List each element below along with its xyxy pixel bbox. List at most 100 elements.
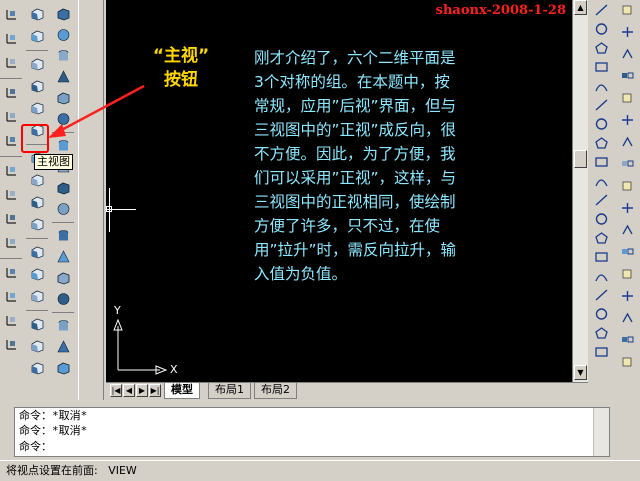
setup-profile-button[interactable]: [52, 289, 74, 311]
slice-button[interactable]: [52, 178, 74, 200]
multiline-text-button[interactable]: [590, 342, 612, 364]
tab-nav-button[interactable]: ◀: [123, 384, 135, 397]
rotate-button[interactable]: [616, 132, 638, 154]
ucs-y-button[interactable]: [0, 130, 22, 152]
offset-icon: [620, 68, 635, 87]
torus-button[interactable]: [26, 358, 48, 380]
ellipse-arc-icon: [594, 192, 609, 211]
pyramid-button[interactable]: [26, 314, 48, 336]
region-icon: [594, 306, 609, 325]
left-view-button[interactable]: [26, 54, 48, 76]
callout-line-1: “主视”: [152, 46, 210, 66]
ucs-apply-button[interactable]: [0, 262, 22, 284]
ucs-object-button[interactable]: [0, 334, 22, 356]
offset-button[interactable]: [616, 66, 638, 88]
revision-cloud-icon: [594, 135, 609, 154]
camera-icon: [30, 244, 45, 263]
box-solid-button[interactable]: [52, 4, 74, 26]
se-iso-button[interactable]: [26, 170, 48, 192]
join-button[interactable]: [616, 286, 638, 308]
top-view-button[interactable]: [26, 4, 48, 26]
bottom-view-button[interactable]: [26, 26, 48, 48]
section-button[interactable]: [52, 199, 74, 221]
nw-iso-button[interactable]: [26, 214, 48, 236]
ucs-x-button[interactable]: [0, 106, 22, 128]
text-line: 们可以采用”正视”，这样，与: [254, 169, 457, 187]
text-line: 方便了许多，只不过，在使: [254, 217, 441, 235]
wedge-button[interactable]: [26, 336, 48, 358]
tab-nav-button[interactable]: ▶|: [149, 384, 161, 397]
gradient-icon: [594, 287, 609, 306]
ucs-button[interactable]: [0, 4, 22, 26]
tab-layout2[interactable]: 布局2: [254, 383, 297, 399]
cylinder-solid-button[interactable]: [26, 264, 48, 286]
scale-button[interactable]: [616, 154, 638, 176]
ucs-z-icon: [4, 162, 19, 181]
ucs-face-button[interactable]: [0, 232, 22, 254]
ucs-origin-button[interactable]: [0, 52, 22, 74]
stretch-button[interactable]: [616, 176, 638, 198]
bottom-view-icon: [30, 28, 45, 47]
command-line-1: 命令：*取消*: [19, 409, 88, 422]
trim-button[interactable]: [616, 198, 638, 220]
sphere-button[interactable]: [52, 25, 74, 47]
erase-icon: [620, 2, 635, 21]
command-history[interactable]: 命令：*取消* 命令：*取消* 命令：: [14, 407, 610, 457]
intersect-button[interactable]: [52, 358, 74, 380]
command-input[interactable]: 命令：: [19, 441, 52, 453]
scroll-thumb[interactable]: [574, 150, 587, 168]
tab-layout1[interactable]: 布局1: [208, 383, 251, 399]
tab-nav-button[interactable]: ▶: [136, 384, 148, 397]
array-button[interactable]: [616, 88, 638, 110]
explode-button[interactable]: [616, 352, 638, 374]
ucs-previous-button[interactable]: [0, 310, 22, 332]
ucs-3point-icon: [4, 84, 19, 103]
ucs-view-button[interactable]: [0, 208, 22, 230]
fillet-button[interactable]: [616, 330, 638, 352]
tab-nav-button[interactable]: |◀: [110, 384, 122, 397]
ucs-named-button[interactable]: [0, 286, 22, 308]
make-block-icon: [594, 230, 609, 249]
copy-button[interactable]: [616, 22, 638, 44]
drawing-canvas[interactable]: shaonx-2008-1-28 “主视” 按钮 刚才介绍了，六个二维平面是 3个…: [106, 0, 572, 382]
cone-solid-button[interactable]: [26, 286, 48, 308]
move-button[interactable]: [616, 110, 638, 132]
break-icon: [620, 266, 635, 285]
ucs-z-axis-button[interactable]: [0, 184, 22, 206]
explanation-text: 刚才介绍了，六个二维平面是 3个对称的组。在本题中，按 常规，应用”后视”界面，但与…: [254, 46, 564, 286]
camera-button[interactable]: [26, 242, 48, 264]
vertical-scrollbar[interactable]: ▲ ▼: [572, 0, 588, 382]
extend-button[interactable]: [616, 220, 638, 242]
ucs-3point-button[interactable]: [0, 82, 22, 104]
subtract-button[interactable]: [52, 337, 74, 359]
se-iso-icon: [30, 172, 45, 191]
command-scrollbar[interactable]: [593, 408, 609, 456]
cylinder-button[interactable]: [52, 46, 74, 68]
union-button[interactable]: [52, 316, 74, 338]
ucs-world-icon: [4, 30, 19, 49]
break-point-button[interactable]: [616, 242, 638, 264]
ucs-x-icon: [4, 108, 19, 127]
scroll-down-button[interactable]: ▼: [574, 365, 587, 380]
break-button[interactable]: [616, 264, 638, 286]
erase-button[interactable]: [616, 0, 638, 22]
fillet-icon: [620, 332, 635, 351]
sphere-icon: [56, 27, 71, 46]
polyline-icon: [594, 40, 609, 59]
point-icon: [594, 249, 609, 268]
setup-drawing-button[interactable]: [52, 247, 74, 269]
insert-block-icon: [594, 211, 609, 230]
ucs-y-label: Y: [114, 304, 121, 317]
intersect-icon: [56, 360, 71, 379]
mirror-button[interactable]: [616, 44, 638, 66]
crosshair-box: [106, 206, 112, 212]
chamfer-button[interactable]: [616, 308, 638, 330]
ucs-world-button[interactable]: [0, 28, 22, 50]
interfere-button[interactable]: [52, 226, 74, 248]
tooltip: 主视图: [34, 154, 73, 170]
setup-view-button[interactable]: [52, 268, 74, 290]
scroll-up-button[interactable]: ▲: [574, 0, 587, 15]
ne-iso-button[interactable]: [26, 192, 48, 214]
tab-model[interactable]: 模型: [164, 383, 200, 399]
ucs-z-button[interactable]: [0, 160, 22, 182]
